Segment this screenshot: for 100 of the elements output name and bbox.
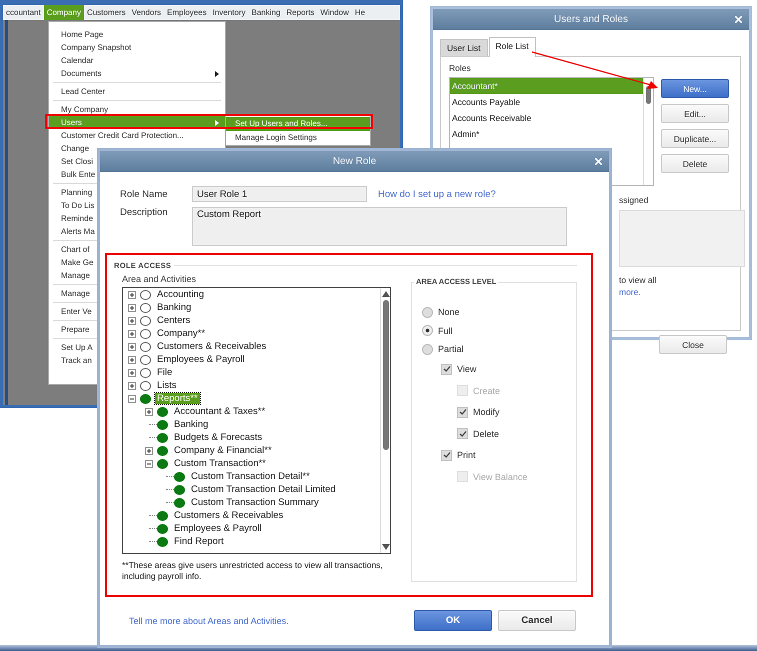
menu-item[interactable]: Documents [49, 67, 225, 80]
tree-item[interactable]: File [155, 367, 174, 378]
tree-item[interactable]: Accountant & Taxes** [172, 406, 268, 417]
assigned-label: ssigned [619, 195, 650, 205]
more-link[interactable]: more. [619, 287, 732, 297]
scrollbar[interactable] [380, 288, 390, 553]
radio-button[interactable] [422, 344, 433, 355]
menu-item[interactable]: Customers [84, 5, 129, 20]
access-indicator[interactable] [174, 484, 185, 494]
access-indicator[interactable] [157, 510, 168, 520]
list-item[interactable]: Admin* [450, 126, 643, 142]
tab[interactable]: Role List [488, 37, 536, 57]
menu-item[interactable]: Company Snapshot [49, 41, 225, 54]
dialog-button[interactable]: Delete [661, 154, 729, 173]
menu-item[interactable]: Manage Login Settings [226, 131, 370, 145]
access-indicator[interactable] [140, 380, 151, 390]
access-indicator[interactable] [157, 458, 168, 468]
tree-item[interactable]: Lists [155, 380, 179, 391]
checkbox[interactable] [457, 406, 468, 418]
tree-item[interactable]: Budgets & Forecasts [172, 432, 264, 443]
access-indicator[interactable] [140, 354, 151, 364]
menu-item[interactable]: Calendar [49, 54, 225, 67]
access-indicator[interactable] [140, 394, 151, 404]
close-icon[interactable] [735, 16, 742, 23]
expander-icon[interactable] [128, 290, 136, 298]
menu-item[interactable]: He [352, 5, 368, 20]
expander-icon[interactable] [145, 408, 153, 416]
access-indicator[interactable] [174, 498, 185, 508]
tree-item[interactable]: Custom Transaction** [172, 458, 268, 469]
submenu-arrow-icon [215, 70, 219, 76]
access-indicator[interactable] [140, 290, 151, 300]
menu-item[interactable]: Reports [283, 5, 318, 20]
tree-item[interactable]: Custom Transaction Detail** [189, 471, 312, 482]
tree-item[interactable]: Banking [172, 419, 210, 430]
tree-item[interactable]: Customers & Receivables [172, 510, 286, 521]
more-link[interactable]: Tell me more about Areas and Activities. [129, 616, 289, 626]
menu-item[interactable]: Inventory [210, 5, 248, 20]
checkbox[interactable] [457, 428, 468, 440]
expander-icon[interactable] [128, 304, 136, 312]
access-indicator[interactable] [140, 342, 151, 352]
tree-item[interactable]: Customers & Receivables [155, 341, 268, 352]
scroll-up-icon[interactable] [382, 291, 390, 297]
tree-item[interactable]: Centers [155, 315, 192, 326]
menu-item[interactable]: Window [317, 5, 352, 20]
expander-icon[interactable] [128, 394, 136, 402]
close-icon[interactable] [595, 158, 602, 165]
tree-item[interactable]: Employees & Payroll [172, 523, 264, 534]
role-name-field[interactable]: User Role 1 [192, 186, 367, 202]
access-indicator[interactable] [140, 328, 151, 338]
dialog-button[interactable]: OK [414, 610, 492, 631]
expander-icon[interactable] [128, 342, 136, 350]
list-item[interactable]: Accounts Receivable [450, 110, 643, 126]
list-item[interactable]: Accounts Payable [450, 94, 643, 110]
radio-button[interactable] [422, 306, 433, 318]
tree-item[interactable]: Banking [155, 302, 194, 313]
field-label: Description [120, 207, 169, 218]
expander-icon[interactable] [128, 316, 136, 324]
tree-item[interactable]: Company** [155, 328, 208, 339]
access-indicator[interactable] [157, 446, 168, 456]
menu-item[interactable]: Home Page [49, 28, 225, 41]
tree-item[interactable]: Accounting [155, 289, 206, 300]
help-link[interactable]: How do I set up a new role? [378, 188, 496, 200]
access-indicator[interactable] [157, 536, 168, 546]
dialog-button[interactable]: Edit... [661, 104, 729, 123]
expander-icon[interactable] [128, 368, 136, 376]
menu-item[interactable]: ccountant [3, 5, 44, 20]
radio-button[interactable] [422, 325, 433, 336]
dialog-button[interactable]: New... [661, 79, 729, 98]
menu-item[interactable]: Lead Center [49, 85, 225, 98]
access-indicator[interactable] [157, 406, 168, 416]
expander-icon[interactable] [128, 382, 136, 390]
tree-item[interactable]: Employees & Payroll [155, 354, 247, 365]
expander-icon[interactable] [145, 460, 153, 468]
access-indicator[interactable] [174, 472, 185, 482]
dialog-button[interactable]: Duplicate... [661, 129, 729, 148]
menu-item[interactable]: Employees [164, 5, 210, 20]
close-button[interactable]: Close [659, 335, 727, 354]
access-indicator[interactable] [140, 302, 151, 312]
tree-item[interactable]: Custom Transaction Detail Limited [189, 484, 338, 495]
description-field[interactable]: Custom Report [192, 207, 567, 246]
checkbox[interactable] [441, 450, 452, 461]
tree-item[interactable]: Company & Financial** [172, 445, 274, 456]
dialog-button[interactable]: Cancel [498, 610, 576, 631]
tree-item[interactable]: Custom Transaction Summary [189, 497, 321, 508]
checkbox[interactable] [441, 364, 452, 375]
expander-icon[interactable] [128, 330, 136, 338]
menu-item[interactable]: My Company [49, 103, 225, 116]
menu-item[interactable]: Banking [248, 5, 284, 20]
menu-item[interactable]: Customer Credit Card Protection... [49, 129, 225, 142]
scroll-down-icon[interactable] [382, 544, 390, 550]
menu-item[interactable]: Vendors [128, 5, 164, 20]
access-indicator[interactable] [140, 368, 151, 378]
tree-item[interactable]: Find Report [172, 536, 226, 547]
access-indicator[interactable] [157, 524, 168, 534]
tab[interactable]: User List [440, 39, 488, 56]
expander-icon[interactable] [145, 446, 153, 454]
access-indicator[interactable] [157, 432, 168, 442]
access-indicator[interactable] [157, 420, 168, 430]
expander-icon[interactable] [128, 356, 136, 364]
access-indicator[interactable] [140, 316, 151, 326]
